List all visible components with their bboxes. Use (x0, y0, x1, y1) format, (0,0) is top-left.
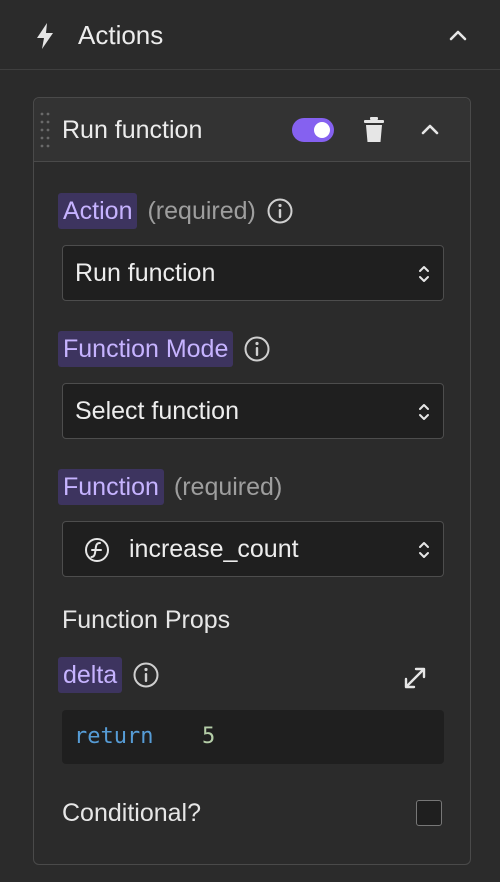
conditional-label: Conditional? (62, 799, 201, 827)
actions-section-header[interactable]: Actions (0, 0, 500, 70)
delta-label-row: delta (58, 656, 160, 694)
info-icon[interactable] (243, 335, 271, 363)
function-icon (85, 538, 109, 562)
delta-code-editor[interactable]: return 5 (62, 710, 444, 764)
function-label: Function (58, 469, 164, 505)
section-title: Actions (78, 20, 164, 50)
action-card: Run function Action (required) Run funct… (33, 97, 471, 865)
select-arrows-icon (419, 404, 429, 420)
action-card-title: Run function (62, 116, 203, 144)
conditional-checkbox[interactable] (416, 800, 442, 826)
action-select-value: Run function (75, 259, 216, 287)
actions-panel: Actions Run function Action (required) R… (0, 0, 500, 882)
function-label-row: Function (required) (58, 468, 282, 506)
lightning-bolt-icon (37, 23, 53, 49)
delta-label: delta (58, 657, 123, 693)
function-mode-label: Function Mode (58, 331, 234, 367)
select-arrows-icon (419, 266, 429, 282)
function-select[interactable]: increase_count (62, 521, 444, 577)
select-arrows-icon (419, 542, 429, 558)
function-mode-select-value: Select function (75, 397, 239, 425)
action-select[interactable]: Run function (62, 245, 444, 301)
info-icon[interactable] (132, 661, 160, 689)
expand-icon[interactable] (402, 665, 428, 691)
code-keyword: return (74, 724, 154, 749)
function-mode-label-row: Function Mode (58, 330, 271, 368)
info-icon[interactable] (266, 197, 294, 225)
card-collapse-chevron-icon[interactable] (418, 118, 442, 142)
function-required-hint: (required) (173, 472, 283, 501)
action-field-label-row: Action (required) (58, 192, 294, 230)
action-label: Action (58, 193, 138, 229)
code-value: 5 (202, 724, 216, 749)
function-select-value: increase_count (129, 535, 299, 563)
collapse-chevron-icon[interactable] (446, 24, 470, 48)
drag-handle-icon[interactable] (40, 110, 50, 150)
action-card-header[interactable]: Run function (34, 98, 470, 162)
function-props-heading: Function Props (62, 606, 231, 634)
enable-toggle[interactable] (292, 118, 334, 142)
toggle-knob (314, 122, 330, 138)
trash-icon[interactable] (363, 117, 385, 143)
function-mode-select[interactable]: Select function (62, 383, 444, 439)
action-required-hint: (required) (147, 196, 256, 225)
